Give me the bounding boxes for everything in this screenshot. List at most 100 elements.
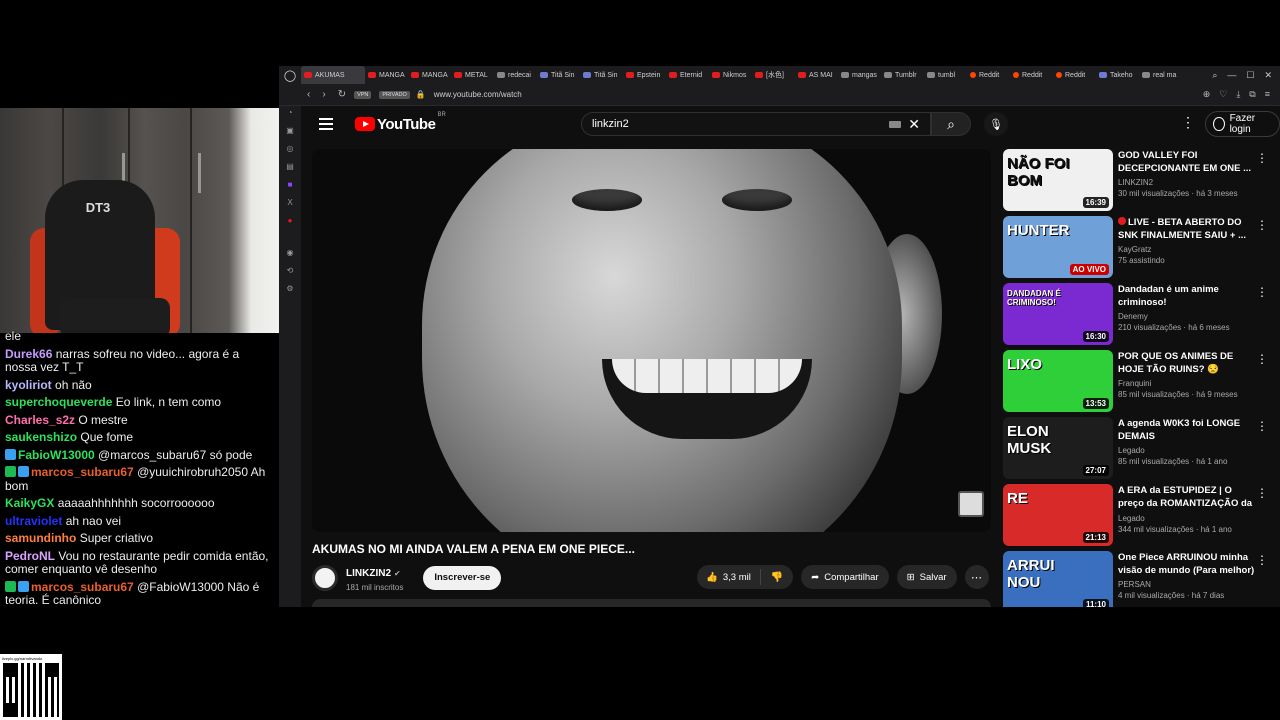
browser-tab[interactable]: Epstein bbox=[623, 66, 666, 84]
browser-tab[interactable]: Reddit bbox=[1010, 66, 1053, 84]
recommendation-thumbnail[interactable]: ARRUI NOU 11:10 bbox=[1003, 551, 1113, 607]
wallet-icon[interactable]: ▣ bbox=[286, 126, 294, 135]
lock-icon[interactable]: 🔒 bbox=[416, 90, 426, 99]
subscribe-button[interactable]: Inscrever-se bbox=[423, 565, 502, 590]
browser-tab[interactable]: AS MAI bbox=[795, 66, 838, 84]
chat-username[interactable]: marcos_subaru67 bbox=[31, 580, 134, 594]
recommendation-channel[interactable]: PERSAN bbox=[1118, 580, 1256, 589]
recommendation-channel[interactable]: LINKZIN2 bbox=[1118, 178, 1256, 187]
reload-icon[interactable]: ↻ bbox=[338, 89, 346, 100]
video-player[interactable] bbox=[312, 149, 991, 532]
recommendation-thumbnail[interactable]: LIXO 13:53 bbox=[1003, 350, 1113, 412]
recommendation-menu-icon[interactable]: ⋮ bbox=[1256, 419, 1268, 433]
chat-username[interactable]: Durek66 bbox=[5, 347, 52, 361]
recommendation-title[interactable]: LIVE - BETA ABERTO DO SNK FINALMENTE SAI… bbox=[1118, 217, 1246, 241]
menu-icon[interactable]: ≡ bbox=[1265, 89, 1270, 100]
extensions-icon[interactable]: ⧉ bbox=[1249, 89, 1255, 100]
recommendation-menu-icon[interactable]: ⋮ bbox=[1256, 285, 1268, 299]
chat-username[interactable]: marcos_subaru67 bbox=[31, 465, 134, 479]
messenger-icon[interactable]: ◎ bbox=[287, 144, 294, 153]
browser-tab[interactable]: MANGA bbox=[365, 66, 408, 84]
browser-tab[interactable]: MANGA bbox=[408, 66, 451, 84]
login-button[interactable]: Fazer login bbox=[1205, 111, 1280, 137]
browser-tab[interactable]: redecai bbox=[494, 66, 537, 84]
maximize-icon[interactable]: ☐ bbox=[1246, 70, 1254, 81]
search-button[interactable]: ⌕ bbox=[931, 112, 971, 136]
chat-username[interactable]: KaikyGX bbox=[5, 496, 54, 510]
recommendation-title[interactable]: Dandadan é um anime criminoso! bbox=[1118, 284, 1219, 308]
chat-username[interactable]: samundinho bbox=[5, 531, 76, 545]
recommendation-item[interactable]: RE 21:13 A ERA da ESTUPIDEZ | O preço da R… bbox=[1003, 484, 1268, 551]
browser-tab[interactable]: Reddit bbox=[967, 66, 1010, 84]
player-icon[interactable]: ◉ bbox=[287, 248, 294, 257]
recommendation-thumbnail[interactable]: HUNTER AO VIVO bbox=[1003, 216, 1113, 278]
x-icon[interactable]: X bbox=[287, 198, 292, 207]
flow-icon[interactable]: ⟲ bbox=[287, 266, 294, 275]
recommendation-item[interactable]: NÃO FOI BOM 16:39 GOD VALLEY FOI DECEPCION… bbox=[1003, 149, 1268, 216]
browser-tab[interactable]: Titã Sin bbox=[537, 66, 580, 84]
recommendation-thumbnail[interactable]: NÃO FOI BOM 16:39 bbox=[1003, 149, 1113, 211]
browser-tab[interactable]: METAL bbox=[451, 66, 494, 84]
bookmark-icon[interactable]: ♡ bbox=[1219, 89, 1227, 100]
close-icon[interactable]: ✕ bbox=[1264, 70, 1272, 81]
save-button[interactable]: ⊞ Salvar bbox=[896, 565, 957, 589]
zoom-icon[interactable]: ⊕ bbox=[1203, 89, 1211, 100]
chat-username[interactable]: PedroNL bbox=[5, 549, 55, 563]
opera-icon[interactable]: ◯ bbox=[279, 69, 301, 82]
browser-tab[interactable]: tumbl bbox=[924, 66, 967, 84]
browser-tab[interactable]: AKUMAS bbox=[301, 66, 365, 84]
recommendation-thumbnail[interactable]: DANDADAN É CRIMINOSO! 16:30 bbox=[1003, 283, 1113, 345]
recommendation-title[interactable]: GOD VALLEY FOI DECEPCIONANTE EM ONE ... bbox=[1118, 150, 1251, 174]
recommendation-title[interactable]: A agenda W0K3 foi LONGE DEMAIS bbox=[1118, 418, 1240, 442]
recommendation-item[interactable]: HUNTER AO VIVO LIVE - BETA ABERTO DO SNK F… bbox=[1003, 216, 1268, 283]
browser-tab[interactable]: real ma bbox=[1139, 66, 1182, 84]
search-input[interactable]: linkzin2 ✕ bbox=[581, 112, 931, 136]
recommendation-title[interactable]: One Piece ARRUINOU minha visão de mundo … bbox=[1118, 552, 1254, 576]
recommendation-menu-icon[interactable]: ⋮ bbox=[1256, 218, 1268, 232]
chat-username[interactable]: FabioW13000 bbox=[18, 448, 95, 462]
recommendation-channel[interactable]: Denemy bbox=[1118, 312, 1256, 321]
recommendation-item[interactable]: DANDADAN É CRIMINOSO! 16:30 Dandadan é um … bbox=[1003, 283, 1268, 350]
share-button[interactable]: ➦ Compartilhar bbox=[801, 565, 889, 589]
channel-watermark[interactable] bbox=[958, 491, 984, 517]
vpn-badge[interactable]: VPN bbox=[354, 90, 372, 99]
keyboard-icon[interactable] bbox=[889, 120, 902, 128]
browser-tab[interactable]: Nikmos bbox=[709, 66, 752, 84]
recommendation-menu-icon[interactable]: ⋮ bbox=[1256, 553, 1268, 567]
description-box[interactable] bbox=[312, 599, 991, 607]
recommendation-item[interactable]: ELON MUSK 27:07 A agenda W0K3 foi LONGE DE… bbox=[1003, 417, 1268, 484]
recommendation-title[interactable]: A ERA da ESTUPIDEZ | O preço da ROMANTIZ… bbox=[1118, 485, 1252, 511]
history-icon[interactable]: ◔ bbox=[288, 108, 293, 117]
chat-username[interactable]: saukenshizo bbox=[5, 430, 77, 444]
recommendation-item[interactable]: ARRUI NOU 11:10 One Piece ARRUINOU minha v… bbox=[1003, 551, 1268, 607]
browser-tab[interactable]: [水色] bbox=[752, 66, 795, 84]
voice-search-button[interactable]: 🎙 bbox=[984, 112, 1008, 136]
search-tabs-icon[interactable]: ⌕ bbox=[1212, 70, 1217, 81]
more-actions-button[interactable]: ⋯ bbox=[964, 565, 989, 589]
channel-avatar[interactable] bbox=[312, 564, 338, 591]
forward-icon[interactable]: › bbox=[322, 89, 325, 100]
channel-name[interactable]: LINKZIN2 bbox=[346, 568, 391, 579]
twitch-icon[interactable]: ■ bbox=[288, 180, 293, 189]
download-icon[interactable]: ⤓ bbox=[1236, 89, 1240, 100]
browser-tab[interactable]: mangas bbox=[838, 66, 881, 84]
recommendation-item[interactable]: LIXO 13:53 POR QUE OS ANIMES DE HOJE TÃO R… bbox=[1003, 350, 1268, 417]
recommendation-channel[interactable]: Legado bbox=[1118, 514, 1256, 523]
youtube-music-icon[interactable]: ● bbox=[288, 216, 293, 225]
recommendation-menu-icon[interactable]: ⋮ bbox=[1256, 151, 1268, 165]
settings-icon[interactable]: ⚙ bbox=[286, 284, 293, 293]
back-icon[interactable]: ‹ bbox=[307, 89, 310, 100]
chat-username[interactable]: Charles_s2z bbox=[5, 413, 75, 427]
browser-tab[interactable]: Tumblr bbox=[881, 66, 924, 84]
minimize-icon[interactable]: — bbox=[1227, 70, 1236, 81]
chat-username[interactable]: ultraviolet bbox=[5, 514, 62, 528]
recommendation-menu-icon[interactable]: ⋮ bbox=[1256, 486, 1268, 500]
browser-tab[interactable]: Titã Sin bbox=[580, 66, 623, 84]
chat-username[interactable]: superchoqueverde bbox=[5, 395, 112, 409]
hamburger-menu-icon[interactable] bbox=[319, 118, 333, 130]
recommendation-channel[interactable]: Franquini bbox=[1118, 379, 1256, 388]
recommendation-title[interactable]: POR QUE OS ANIMES DE HOJE TÃO RUINS? 😒 bbox=[1118, 351, 1233, 375]
youtube-logo[interactable]: YouTube BR bbox=[355, 112, 446, 133]
recommendation-thumbnail[interactable]: ELON MUSK 27:07 bbox=[1003, 417, 1113, 479]
recommendation-thumbnail[interactable]: RE 21:13 bbox=[1003, 484, 1113, 546]
